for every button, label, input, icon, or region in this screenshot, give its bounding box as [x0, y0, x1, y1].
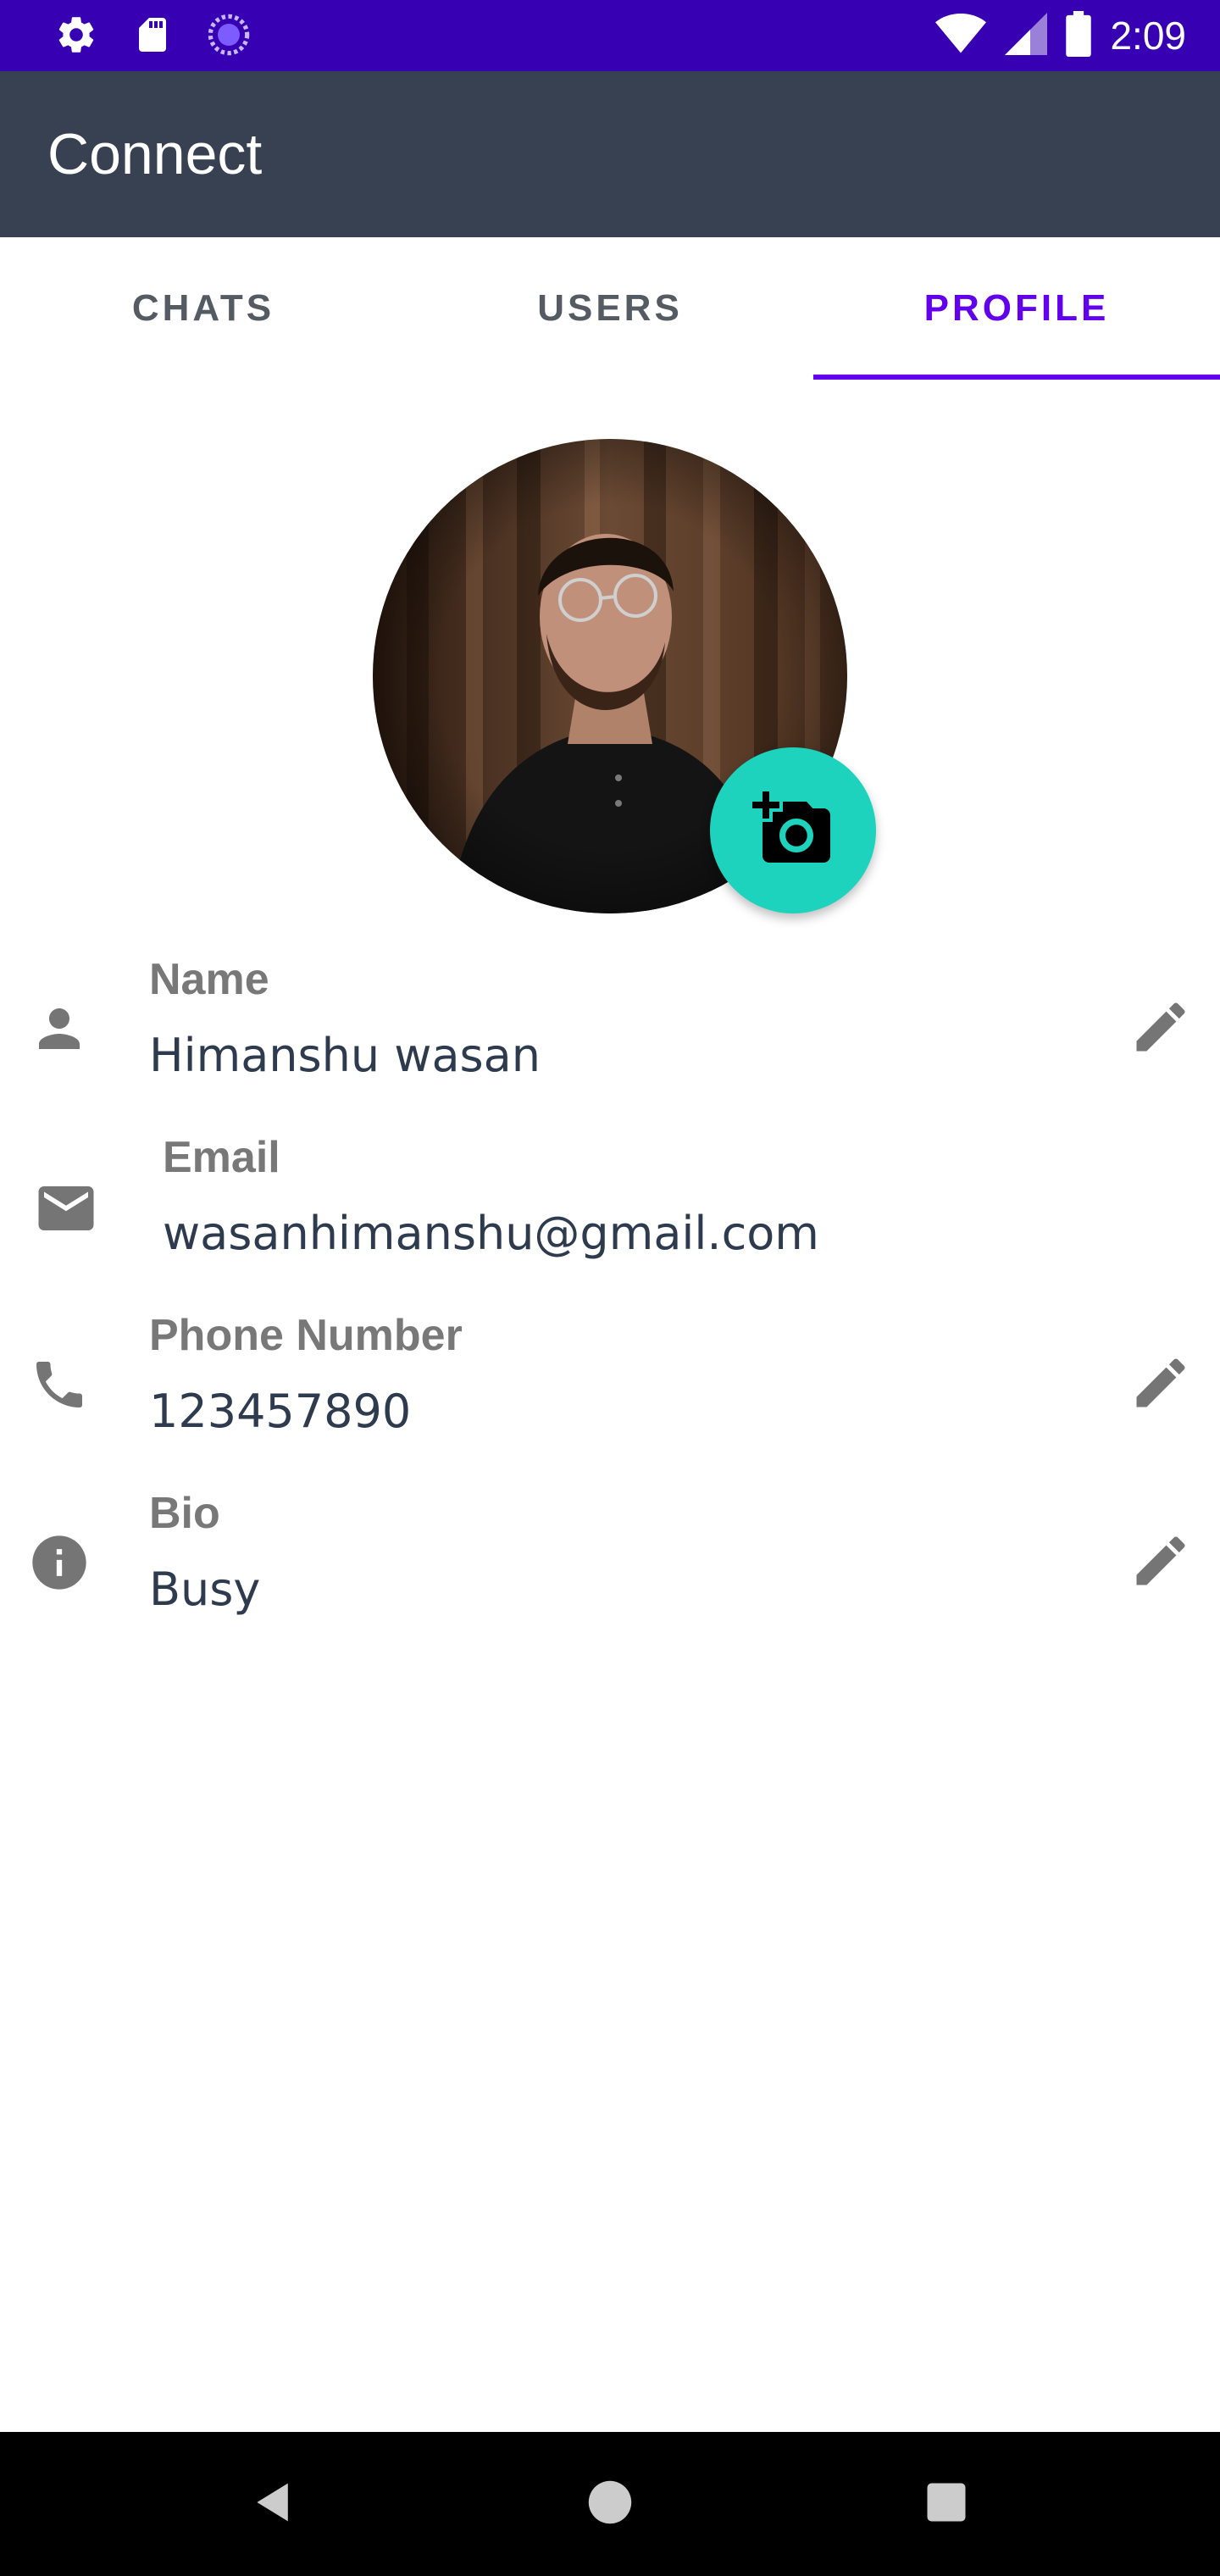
sync-icon	[207, 13, 251, 61]
edit-pencil-icon	[1128, 1529, 1193, 1597]
name-label: Name	[149, 955, 269, 1004]
app-title: Connect	[47, 122, 263, 186]
status-bar: 2:09	[0, 0, 1220, 71]
edit-bio-button[interactable]	[1125, 1527, 1196, 1598]
email-value: wasanhimanshu@gmail.com	[163, 1207, 819, 1260]
email-label: Email	[163, 1133, 280, 1182]
add-a-photo-icon	[752, 788, 834, 874]
recents-button[interactable]	[917, 2474, 976, 2534]
back-button[interactable]	[244, 2474, 303, 2534]
phone-value: 123457890	[149, 1385, 412, 1438]
app-bar: Connect	[0, 71, 1220, 237]
info-icon	[25, 1529, 93, 1596]
home-icon	[586, 2479, 634, 2530]
tab-profile[interactable]: PROFILE	[813, 237, 1220, 380]
recents-icon	[925, 2481, 968, 2528]
back-icon	[250, 2479, 297, 2530]
email-row: Email wasanhimanshu@gmail.com	[0, 1119, 1220, 1296]
battery-icon	[1066, 10, 1092, 61]
signal-icon	[1005, 12, 1048, 59]
status-icons-left	[54, 13, 251, 61]
edit-name-button[interactable]	[1125, 993, 1196, 1064]
sd-card-icon	[132, 13, 173, 61]
bio-row: Bio Busy	[0, 1474, 1220, 1652]
settings-icon	[54, 13, 98, 61]
name-value: Himanshu wasan	[149, 1029, 541, 1082]
phone-label: Phone Number	[149, 1311, 463, 1360]
system-nav-bar	[0, 2432, 1220, 2576]
status-time: 2:09	[1110, 14, 1186, 58]
name-row: Name Himanshu wasan	[0, 941, 1220, 1119]
tab-chats[interactable]: CHATS	[0, 237, 407, 380]
bio-label: Bio	[149, 1489, 220, 1538]
phone-icon	[25, 1351, 93, 1418]
edit-phone-button[interactable]	[1125, 1349, 1196, 1420]
edit-pencil-icon	[1128, 1351, 1193, 1419]
bio-value: Busy	[149, 1563, 261, 1616]
person-icon	[25, 995, 93, 1063]
add-photo-button[interactable]	[710, 747, 876, 913]
tab-bar: CHATS USERS PROFILE	[0, 237, 1220, 380]
edit-pencil-icon	[1128, 995, 1193, 1063]
wifi-icon	[935, 13, 987, 59]
tab-users[interactable]: USERS	[407, 237, 813, 380]
email-icon	[32, 1174, 100, 1242]
home-button[interactable]	[580, 2474, 640, 2534]
phone-row: Phone Number 123457890	[0, 1296, 1220, 1474]
status-icons-right: 2:09	[935, 10, 1186, 61]
